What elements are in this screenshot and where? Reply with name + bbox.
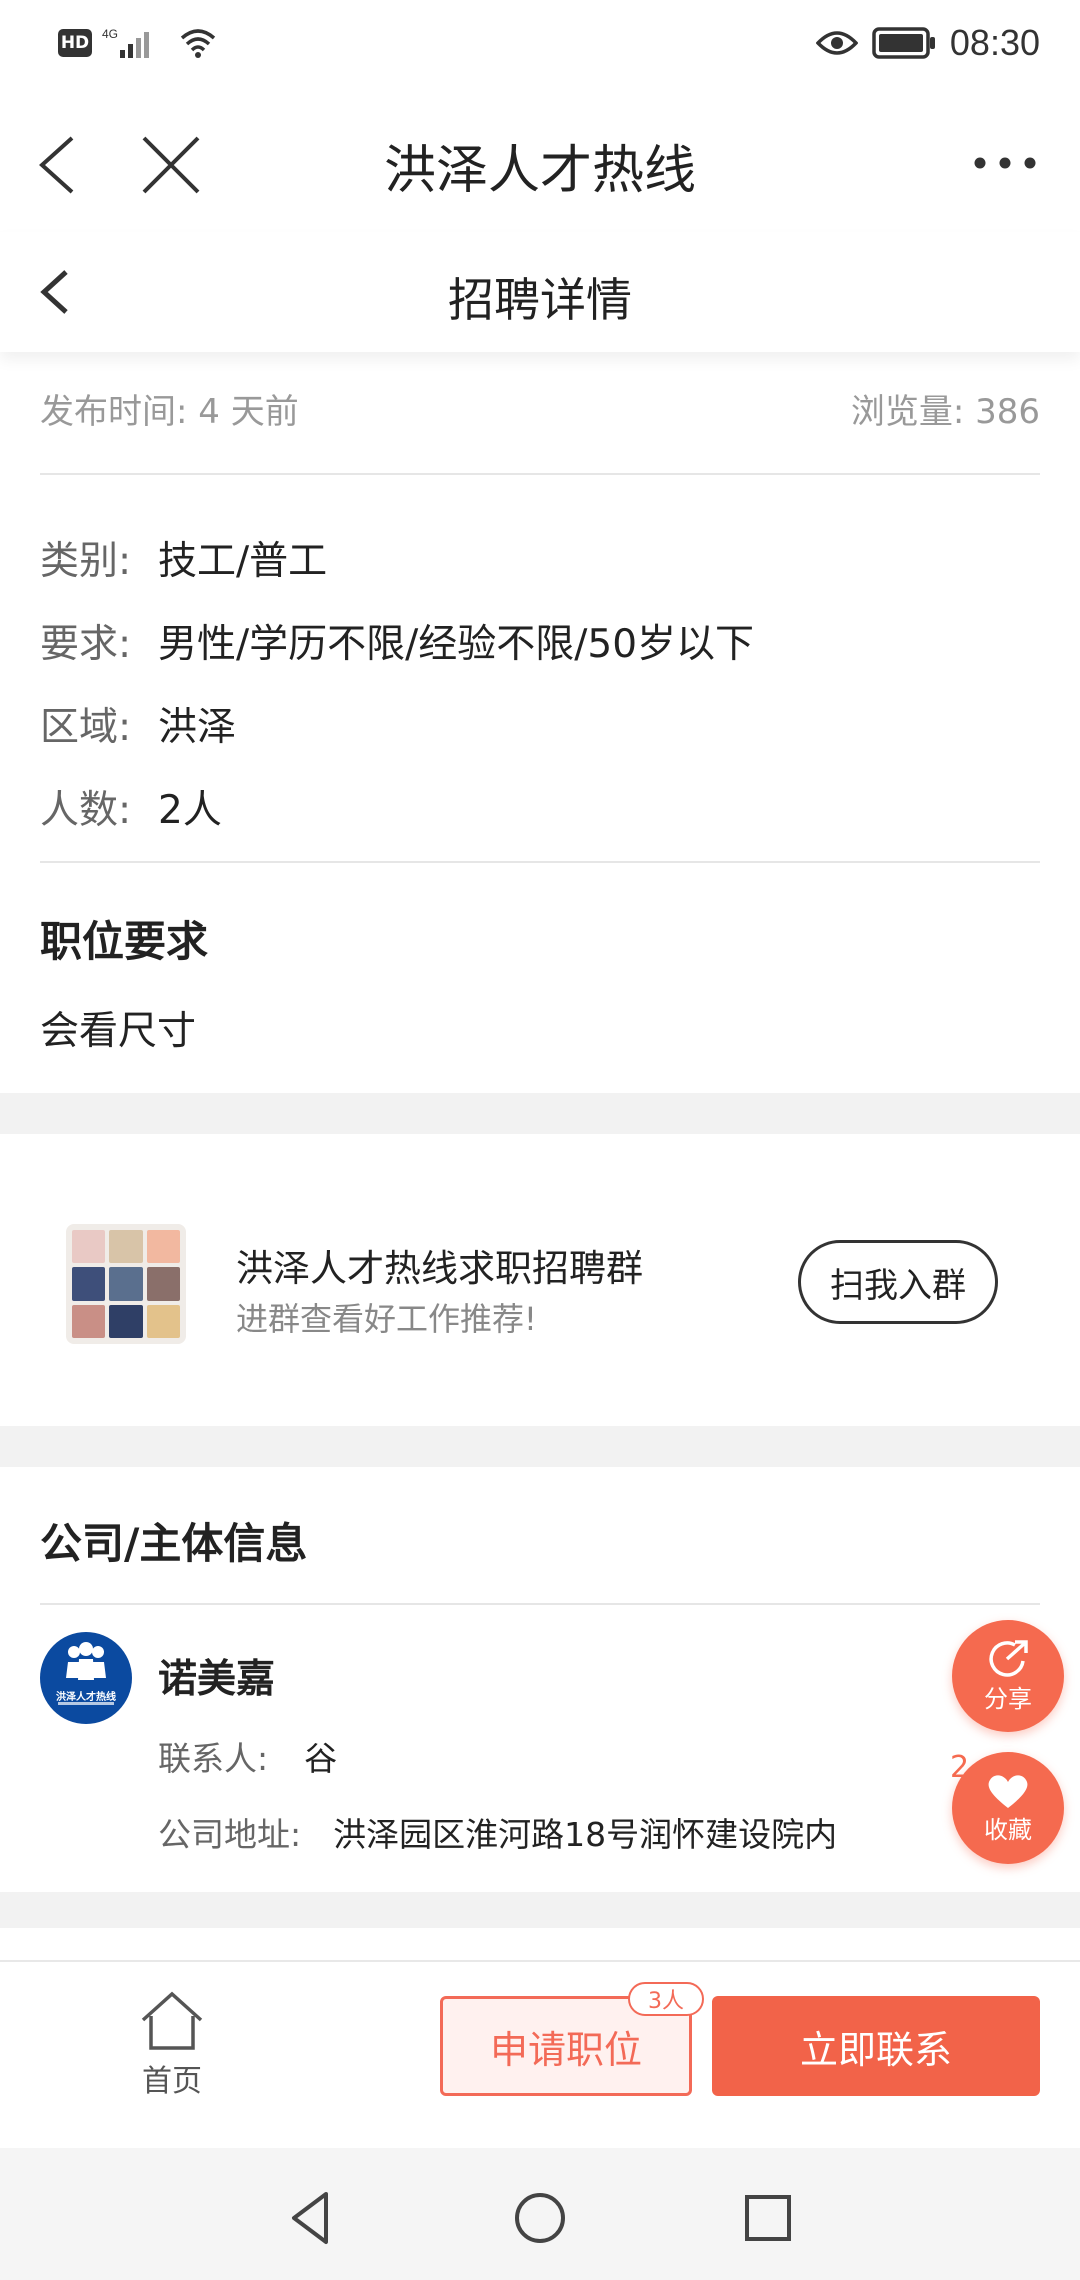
info-label: 区域: xyxy=(40,704,132,750)
sub-header-title: 招聘详情 xyxy=(448,273,632,327)
people-logo-icon xyxy=(58,1642,114,1705)
divider xyxy=(40,1603,1040,1605)
clock: 08:30 xyxy=(949,22,1040,63)
home-label: 首页 xyxy=(142,2064,202,2099)
info-label: 人数: xyxy=(40,787,132,833)
thumb-cell xyxy=(72,1230,106,1264)
contact-value: 谷 xyxy=(304,1739,338,1778)
thumb-cell xyxy=(146,1304,180,1338)
share-button[interactable]: 分享 xyxy=(952,1620,1064,1732)
share-label: 分享 xyxy=(984,1684,1032,1713)
info-value: 男性/学历不限/经验不限/50岁以下 xyxy=(158,621,755,667)
share-icon xyxy=(989,1639,1028,1677)
view-count: 浏览量: 386 xyxy=(850,392,1040,432)
thumb-cell xyxy=(109,1230,143,1264)
publish-time: 发布时间: 4 天前 xyxy=(40,392,299,432)
join-group-button[interactable]: 扫我入群 xyxy=(798,1240,998,1324)
network-type: 4G xyxy=(102,27,118,41)
group-name: 洪泽人才热线求职招聘群 xyxy=(236,1247,643,1290)
system-recents-icon[interactable] xyxy=(738,2188,798,2248)
contact-now-button[interactable]: 立即联系 xyxy=(712,1996,1040,2096)
home-tab[interactable]: 首页 xyxy=(130,1990,214,2100)
divider xyxy=(40,861,1040,863)
info-value: 技工/普工 xyxy=(158,538,328,584)
status-bar: HD 4G 08:30 xyxy=(0,0,1080,96)
thumb-cell xyxy=(72,1267,106,1301)
thumb-cell xyxy=(146,1230,180,1264)
thumb-cell xyxy=(109,1267,143,1301)
company-name: 诺美嘉 xyxy=(158,1657,276,1702)
status-right: 08:30 xyxy=(815,22,1040,64)
cellular-signal-icon: 4G xyxy=(102,27,149,58)
divider xyxy=(40,473,1040,475)
section-separator xyxy=(0,1093,1080,1134)
info-row-requirement: 要求: 男性/学历不限/经验不限/50岁以下 xyxy=(40,599,754,682)
sub-header: 招聘详情 xyxy=(0,232,1080,352)
info-row-category: 类别: 技工/普工 xyxy=(40,516,754,599)
bottom-action-bar: 首页 申请职位 3人 立即联系 xyxy=(0,1960,1080,2148)
status-left: HD 4G xyxy=(58,26,218,60)
favorite-count: 2 xyxy=(950,1750,970,1785)
contact-label: 联系人: xyxy=(158,1739,269,1778)
system-back-icon[interactable] xyxy=(282,2188,342,2248)
nav-bar: 洪泽人才热线 xyxy=(0,96,1080,232)
thumb-cell xyxy=(109,1304,143,1338)
contact-person-row: 联系人: 谷 xyxy=(158,1732,337,1780)
wifi-icon xyxy=(180,29,216,58)
info-label: 类别: xyxy=(40,538,132,584)
info-row-headcount: 人数: 2人 xyxy=(40,765,754,848)
company-section-title: 公司/主体信息 xyxy=(40,1519,308,1568)
info-value: 洪泽 xyxy=(158,704,237,750)
more-icon[interactable] xyxy=(970,148,1040,178)
company-logo: 洪泽人才热线 xyxy=(40,1632,132,1724)
meta-row: 发布时间: 4 天前 浏览量: 386 xyxy=(40,384,1040,433)
info-label: 要求: xyxy=(40,621,132,667)
address-value: 洪泽园区淮河路18号润怀建设院内 xyxy=(333,1815,838,1854)
heart-icon xyxy=(988,1774,1028,1808)
address-row: 公司地址: 洪泽园区淮河路18号润怀建设院内 xyxy=(158,1808,837,1856)
info-value: 2人 xyxy=(158,787,222,833)
hd-badge: HD xyxy=(58,29,92,57)
thumb-cell xyxy=(146,1267,180,1301)
eye-icon xyxy=(815,31,858,55)
job-info-list: 类别: 技工/普工 要求: 男性/学历不限/经验不限/50岁以下 区域: 洪泽 … xyxy=(40,516,754,848)
home-icon xyxy=(141,1991,203,2050)
section-separator xyxy=(0,1892,1080,1928)
requirements-text: 会看尺寸 xyxy=(40,1009,197,1054)
logo-text: 洪泽人才热线 xyxy=(56,1692,116,1703)
group-thumbnail xyxy=(66,1224,186,1344)
address-label: 公司地址: xyxy=(158,1815,302,1854)
system-nav-bar xyxy=(0,2148,1080,2280)
requirements-title: 职位要求 xyxy=(40,917,209,966)
system-home-icon[interactable] xyxy=(510,2188,570,2248)
group-card[interactable]: 洪泽人才热线求职招聘群 进群查看好工作推荐! 扫我入群 xyxy=(0,1134,1080,1426)
thumb-cell xyxy=(72,1304,106,1338)
applicant-count-badge: 3人 xyxy=(628,1982,704,2016)
page-title: 洪泽人才热线 xyxy=(383,141,696,201)
battery-icon xyxy=(872,27,935,59)
group-description: 进群查看好工作推荐! xyxy=(236,1300,537,1338)
favorite-label: 收藏 xyxy=(984,1815,1032,1844)
section-separator xyxy=(0,1426,1080,1467)
info-row-region: 区域: 洪泽 xyxy=(40,682,754,765)
